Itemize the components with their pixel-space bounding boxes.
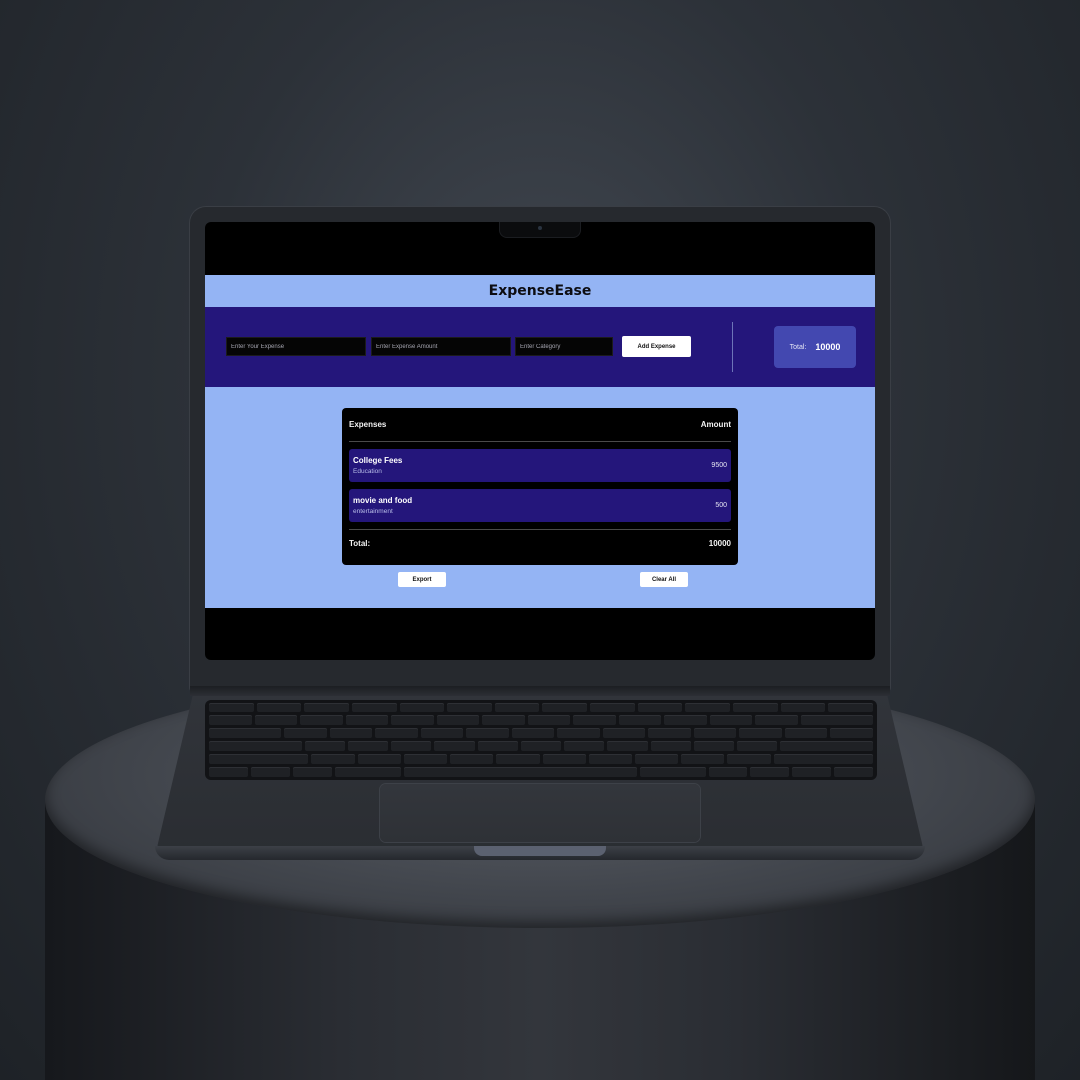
expenses-table-footer: Total: 10000 bbox=[349, 529, 731, 556]
main-content: Expenses Amount College Fees Education 9… bbox=[205, 387, 875, 608]
expense-row-category: Education bbox=[353, 468, 382, 475]
header-expenses: Expenses bbox=[349, 420, 387, 429]
expense-row-category: entertainment bbox=[353, 508, 393, 515]
total-summary-card: Total: 10000 bbox=[774, 326, 856, 368]
export-button[interactable]: Export bbox=[398, 572, 446, 587]
expenses-panel: Expenses Amount College Fees Education 9… bbox=[342, 408, 738, 565]
total-summary-label: Total: bbox=[789, 343, 807, 351]
expense-row-amount: 500 bbox=[715, 502, 727, 509]
expense-category-input[interactable] bbox=[515, 337, 613, 356]
expense-row-name: movie and food bbox=[353, 496, 413, 505]
camera-icon bbox=[538, 226, 542, 230]
laptop-hinge bbox=[190, 686, 890, 696]
footer-total-label: Total: bbox=[349, 538, 371, 548]
app-header: ExpenseEase bbox=[205, 275, 875, 307]
expense-list: College Fees Education 9500 movie and fo… bbox=[349, 442, 731, 522]
footer-total-value: 10000 bbox=[708, 538, 731, 548]
app-title: ExpenseEase bbox=[488, 283, 592, 299]
expenses-table-header: Expenses Amount bbox=[349, 408, 731, 442]
expense-name-input[interactable] bbox=[226, 337, 366, 356]
expense-amount-input[interactable] bbox=[371, 337, 511, 356]
toolbar-divider bbox=[732, 322, 733, 372]
expense-row[interactable]: movie and food entertainment 500 bbox=[349, 489, 731, 522]
clear-all-button[interactable]: Clear All bbox=[640, 572, 688, 587]
keyboard bbox=[205, 700, 877, 780]
expense-row-info: movie and food entertainment bbox=[353, 496, 412, 515]
expense-row[interactable]: College Fees Education 9500 bbox=[349, 449, 731, 482]
header-amount: Amount bbox=[700, 420, 731, 429]
expense-row-amount: 9500 bbox=[711, 462, 727, 469]
laptop-screen: ExpenseEase Add Expense Total: 10000 Exp… bbox=[205, 222, 875, 660]
add-expense-button[interactable]: Add Expense bbox=[622, 336, 691, 357]
total-summary-value: 10000 bbox=[815, 342, 841, 352]
expense-row-name: College Fees bbox=[353, 456, 403, 465]
laptop-thumb-notch bbox=[474, 846, 606, 856]
trackpad bbox=[380, 784, 700, 842]
expense-toolbar: Add Expense Total: 10000 bbox=[205, 307, 875, 387]
camera-notch bbox=[500, 222, 580, 237]
expense-row-info: College Fees Education bbox=[353, 456, 402, 475]
